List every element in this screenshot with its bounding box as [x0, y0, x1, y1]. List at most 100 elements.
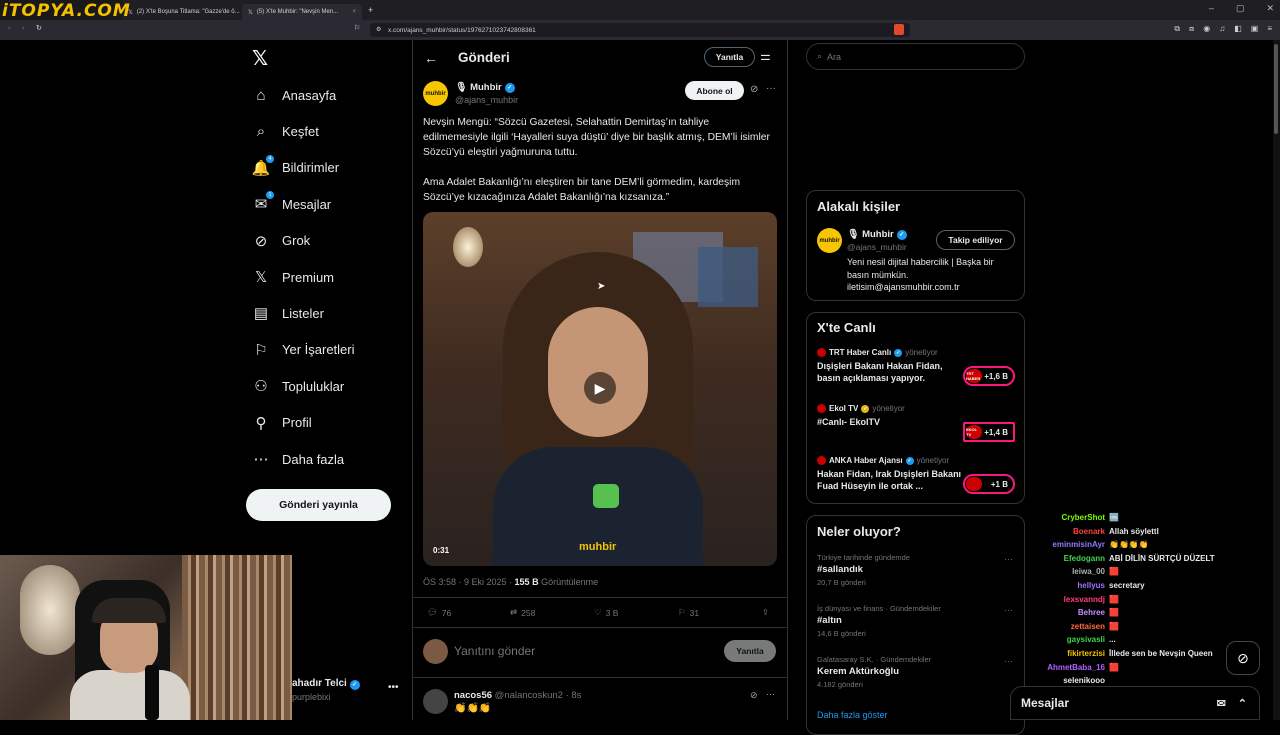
grok-icon[interactable]: ⊘ — [750, 84, 758, 95]
menu-icon[interactable]: ≡ — [1267, 24, 1272, 34]
sidebar-icon[interactable]: ◧ — [1234, 24, 1242, 34]
browser-toolbar-icons: ⧉ ⧈ ◉ ♫ ◧ ▣ ≡ — [1174, 24, 1272, 34]
new-message-icon[interactable]: ✉ — [1217, 697, 1226, 710]
maximize-icon[interactable]: ▢ — [1236, 3, 1245, 14]
sidebar-item-label: Premium — [282, 269, 335, 285]
extension-icon[interactable]: ⧉ — [1174, 24, 1180, 34]
microphone — [145, 665, 159, 720]
url-bar[interactable]: ⚙ x.com/ajans_muhbir/status/197627102374… — [370, 23, 910, 37]
reply-input[interactable] — [454, 640, 714, 662]
trend-category: Galatasaray S.K. · Gündemdekiler — [817, 655, 932, 664]
trend-name[interactable]: #altın — [817, 615, 842, 626]
bookmark-page-icon[interactable]: ⚐ — [354, 24, 360, 32]
like-action[interactable]: ♡ 3 B — [594, 607, 618, 618]
minimize-icon[interactable]: – — [1209, 3, 1214, 14]
site-settings-icon[interactable]: ⚙ — [376, 26, 381, 33]
live-title[interactable]: Hakan Fidan, Irak Dışişleri Bakanı Fuad … — [817, 468, 962, 492]
host-avatar — [817, 456, 826, 465]
scrollbar[interactable] — [1273, 40, 1280, 720]
subscribe-button[interactable]: Abone ol — [685, 81, 744, 100]
show-more-link[interactable]: Daha fazla göster — [817, 710, 888, 720]
author-name[interactable]: 🎙 Muhbir ✓ — [455, 82, 515, 93]
sidebar-item[interactable]: 🔔 4 Bildirimler — [252, 154, 339, 177]
live-title[interactable]: #Canlı- EkolTV — [817, 416, 962, 428]
bookmark-action[interactable]: ⚐ 31 — [678, 607, 699, 618]
live-host[interactable]: TRT Haber Canlı ✓ yönetiyor — [817, 348, 938, 357]
filter-settings-icon[interactable]: ⚌ — [760, 49, 771, 63]
play-icon[interactable]: ▶ — [584, 372, 616, 404]
more-options-icon[interactable]: ··· — [766, 83, 776, 94]
close-tab-icon[interactable]: × — [352, 9, 356, 15]
live-listener-count[interactable]: EKOL TV +1,4 B — [963, 422, 1015, 442]
expand-icon[interactable]: ⌃ — [1238, 697, 1247, 710]
related-name[interactable]: 🎙 Muhbir ✓ — [847, 229, 907, 240]
following-button[interactable]: Takip ediliyor — [936, 230, 1015, 250]
sidebar-item[interactable]: ⊘ Grok — [252, 232, 310, 250]
verified-badge-icon: ✓ — [504, 82, 515, 93]
repost-action[interactable]: ⇄ 258 — [510, 607, 535, 618]
account-menu-icon[interactable]: ••• — [388, 682, 399, 693]
sidebar-item[interactable]: ⚇ Topluluklar — [252, 377, 344, 395]
reload-icon[interactable]: ↻ — [36, 24, 42, 32]
wallet-icon[interactable]: ▣ — [1251, 24, 1259, 34]
account-name[interactable]: ahadır Telci ✓ — [292, 678, 360, 690]
messages-drawer[interactable]: Mesajlar ✉ ⌃ — [1010, 686, 1260, 720]
streamer-body — [70, 670, 190, 720]
lamp — [20, 565, 80, 655]
author-avatar[interactable]: muhbir — [423, 81, 448, 106]
back-arrow-icon[interactable]: ‹ — [8, 25, 10, 32]
header-reply-button[interactable]: Yanıtla — [704, 47, 755, 67]
live-title[interactable]: Dışişleri Bakanı Hakan Fidan, basın açık… — [817, 360, 962, 384]
trend-name[interactable]: Kerem Aktürkoğlu — [817, 666, 899, 677]
author-handle[interactable]: @ajans_muhbir — [455, 95, 518, 105]
new-tab-button[interactable]: + — [362, 5, 373, 15]
reply-avatar[interactable] — [423, 689, 448, 714]
sidebar-item[interactable]: ⚐ Yer İşaretleri — [252, 341, 354, 359]
bell-icon: 🔔 4 — [252, 154, 274, 177]
grok-icon[interactable]: ⊘ — [750, 690, 758, 701]
post-button[interactable]: Gönderi yayınla — [246, 489, 391, 521]
reply-action[interactable]: 💬︎ 76 — [427, 607, 451, 618]
trend-count: 20,7 B gönderi — [817, 578, 866, 587]
extension-icon[interactable]: ◉ — [1203, 24, 1210, 34]
trend-name[interactable]: #sallandık — [817, 564, 863, 575]
x-logo-icon[interactable]: 𝕏 — [252, 46, 268, 70]
close-window-icon[interactable]: ✕ — [1266, 3, 1274, 14]
sidebar-item[interactable]: ⚲ Profil — [252, 414, 312, 432]
back-arrow-icon[interactable]: ← — [424, 50, 438, 66]
notification-badge: 1 — [266, 191, 274, 200]
live-listener-count[interactable]: TRT HABER +1,6 B — [963, 366, 1015, 386]
music-icon[interactable]: ♫ — [1219, 24, 1225, 34]
reply-author[interactable]: nacos56 @nalancoskun2 · 8s — [454, 690, 581, 701]
chat-text: 🟥 — [1109, 567, 1119, 577]
sidebar-item[interactable]: ✉ 1 Mesajlar — [252, 191, 331, 213]
live-listener-count[interactable]: +1 B — [963, 474, 1015, 494]
sidebar-item[interactable]: 𝕏 Premium — [252, 268, 334, 286]
stream-logo: iTOPYA.COM — [0, 0, 131, 22]
extension-icon[interactable]: ⧈ — [1189, 24, 1194, 34]
sidebar-item-label: Anasayfa — [282, 87, 337, 103]
sidebar-item[interactable]: ▤ Listeler — [252, 304, 324, 322]
more-options-icon[interactable]: ··· — [766, 689, 775, 699]
grok-icon[interactable]: ⊘ — [1226, 641, 1260, 675]
sidebar-item-label: Daha fazla — [282, 451, 345, 467]
brave-shield-icon[interactable] — [894, 24, 904, 35]
browser-tab-active[interactable]: 𝕏 (5) X'te Muhbir: "Nevşin Men... × — [242, 4, 362, 20]
live-host[interactable]: ANKA Haber Ajansı ✓ yönetiyor — [817, 456, 949, 465]
related-avatar[interactable]: muhbir — [817, 228, 842, 253]
search-input[interactable]: ⌕ Ara — [806, 43, 1025, 70]
browser-tab[interactable]: 𝕏 (2) X'te Boşuna Titlama: "Gazze'de ö...… — [122, 4, 242, 20]
post-meta: ÖS 3:58 · 9 Eki 2025 · 155 B Görüntülenm… — [423, 577, 599, 587]
live-host[interactable]: Ekol TV ✓ yönetiyor — [817, 404, 905, 413]
chat-message: gaysivasli... — [1010, 635, 1116, 644]
sidebar-item[interactable]: ⋯ Daha fazla — [252, 450, 345, 468]
envelope-icon: ✉ 1 — [252, 191, 274, 213]
chat-message: CryberShot 🆒 — [1010, 513, 1119, 522]
scrollbar-thumb[interactable] — [1274, 44, 1278, 134]
share-icon[interactable]: ⇪ — [762, 607, 769, 618]
reply-send-button[interactable]: Yanıtla — [724, 640, 776, 662]
sidebar-item[interactable]: ⌂ Anasayfa — [252, 86, 336, 104]
forward-arrow-icon[interactable]: › — [22, 25, 24, 32]
sidebar-item[interactable]: ⌕ Keşfet — [252, 122, 319, 140]
video-player[interactable]: ▶ 0:31 muhbir — [423, 212, 777, 566]
